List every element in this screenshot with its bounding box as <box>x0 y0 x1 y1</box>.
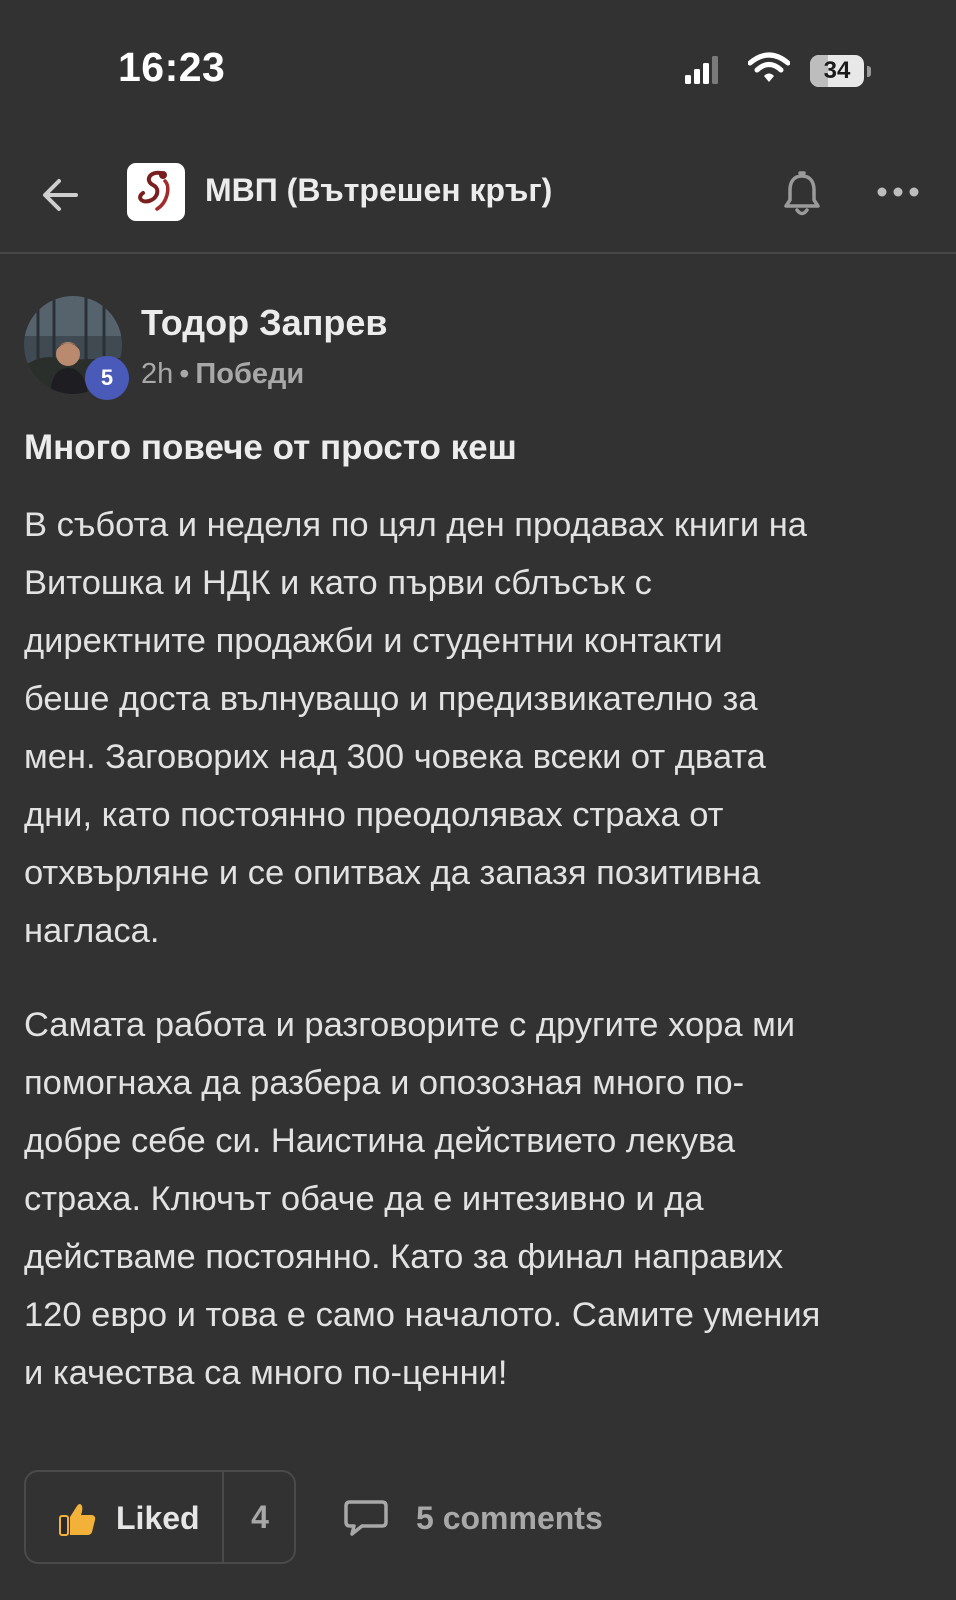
comments-label: 5 comments <box>416 1500 603 1536</box>
more-horizontal-icon <box>877 187 919 197</box>
thumbs-up-icon <box>59 1504 96 1536</box>
like-count[interactable]: 4 <box>224 1472 296 1562</box>
arrow-left-icon <box>43 179 78 211</box>
more-options-button[interactable] <box>876 182 920 202</box>
like-button[interactable]: Liked <box>26 1472 222 1562</box>
group-header: МВП (Вътрешен кръг) <box>0 152 956 254</box>
post-paragraph: В събота и неделя по цял ден продавах кн… <box>24 506 807 950</box>
post-category[interactable]: Победи <box>195 358 304 390</box>
post-title: Много повече от просто кеш <box>24 428 517 467</box>
back-button[interactable] <box>38 172 84 218</box>
level-badge: 5 <box>85 356 129 400</box>
group-logo[interactable] <box>127 163 185 221</box>
author-name[interactable]: Тодор Запрев <box>141 302 388 344</box>
battery-indicator: 34 <box>810 55 871 87</box>
notifications-button[interactable] <box>780 170 824 220</box>
comment-bubble-icon <box>344 1500 388 1536</box>
like-control: Liked 4 <box>24 1470 296 1564</box>
status-bar: 16:23 34 <box>0 0 956 130</box>
post-meta: 2h • Победи <box>141 358 304 391</box>
status-time: 16:23 <box>118 44 226 90</box>
battery-percent: 34 <box>823 57 851 84</box>
post-body: В събота и неделя по цял ден продавах кн… <box>24 496 936 1438</box>
battery-tip <box>867 66 871 77</box>
bell-icon <box>784 171 820 216</box>
group-title: МВП (Вътрешен кръг) <box>205 172 553 208</box>
post-time: 2h <box>141 358 174 390</box>
group-logo-image <box>138 170 170 211</box>
meta-separator: • <box>179 358 190 390</box>
cellular-signal-icon <box>685 56 718 84</box>
like-label: Liked <box>116 1500 200 1536</box>
post-header: 5 Тодор Запрев 2h • Победи <box>24 296 924 406</box>
wifi-icon <box>748 52 790 82</box>
post-paragraph: Самата работа и разговорите с другите хо… <box>24 1006 821 1392</box>
